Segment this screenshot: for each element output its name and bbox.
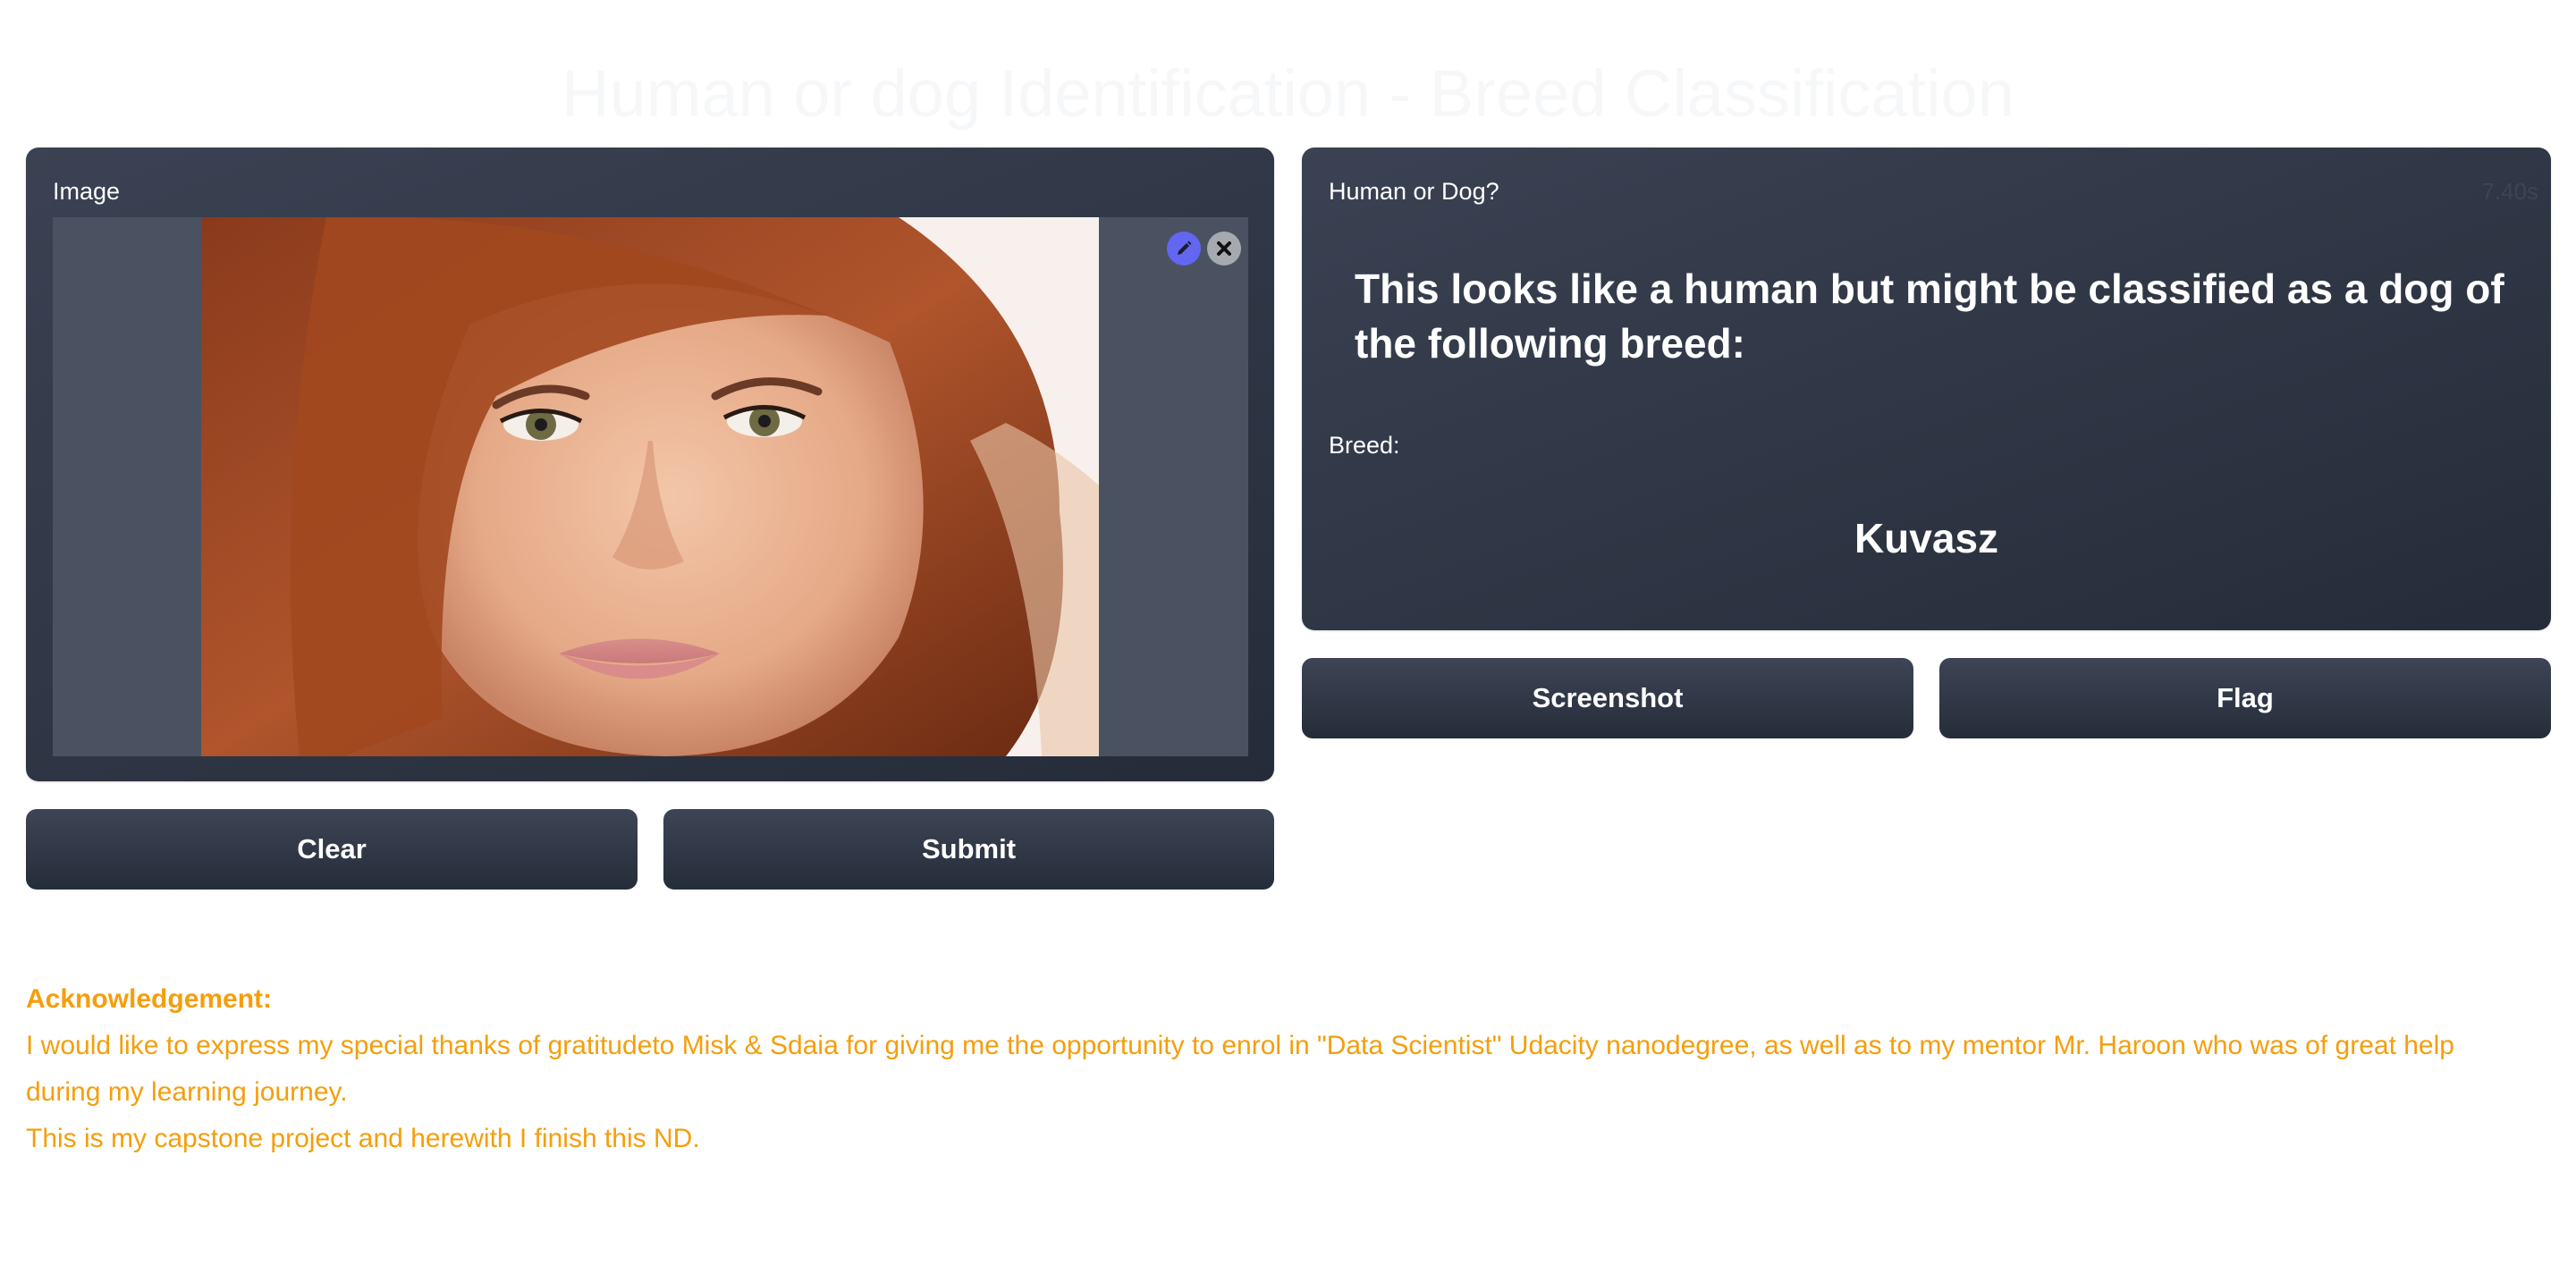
pencil-icon [1178, 240, 1192, 255]
uploaded-photo [201, 217, 1099, 756]
image-input-panel: Image [26, 148, 1274, 781]
edit-image-button[interactable] [1167, 232, 1201, 266]
flag-button[interactable]: Flag [1939, 658, 2551, 738]
acknowledgement-section: Acknowledgement: I would like to express… [26, 976, 2530, 1162]
acknowledgement-title: Acknowledgement: [26, 984, 273, 1014]
submit-button[interactable]: Submit [663, 809, 1274, 890]
breed-label: Breed: [1329, 432, 1400, 459]
acknowledgement-closing: This is my capstone project and herewith… [26, 1124, 700, 1153]
image-upload-area[interactable] [53, 217, 1248, 756]
clear-button[interactable]: Clear [26, 809, 638, 890]
result-message: This looks like a human but might be cla… [1355, 266, 2504, 367]
image-label: Image [53, 178, 121, 205]
screenshot-button[interactable]: Screenshot [1302, 658, 1913, 738]
output-panel: Human or Dog? 7.40s This looks like a hu… [1302, 148, 2551, 630]
output-label: Human or Dog? [1329, 178, 1499, 205]
page-title: Human or dog Identification - Breed Clas… [562, 56, 2014, 131]
breed-value: Kuvasz [1854, 515, 1999, 561]
close-icon [1217, 241, 1231, 256]
remove-image-button[interactable] [1207, 232, 1241, 266]
elapsed-time: 7.40s [2481, 178, 2538, 205]
acknowledgement-body: I would like to express my special thank… [26, 1031, 2454, 1107]
